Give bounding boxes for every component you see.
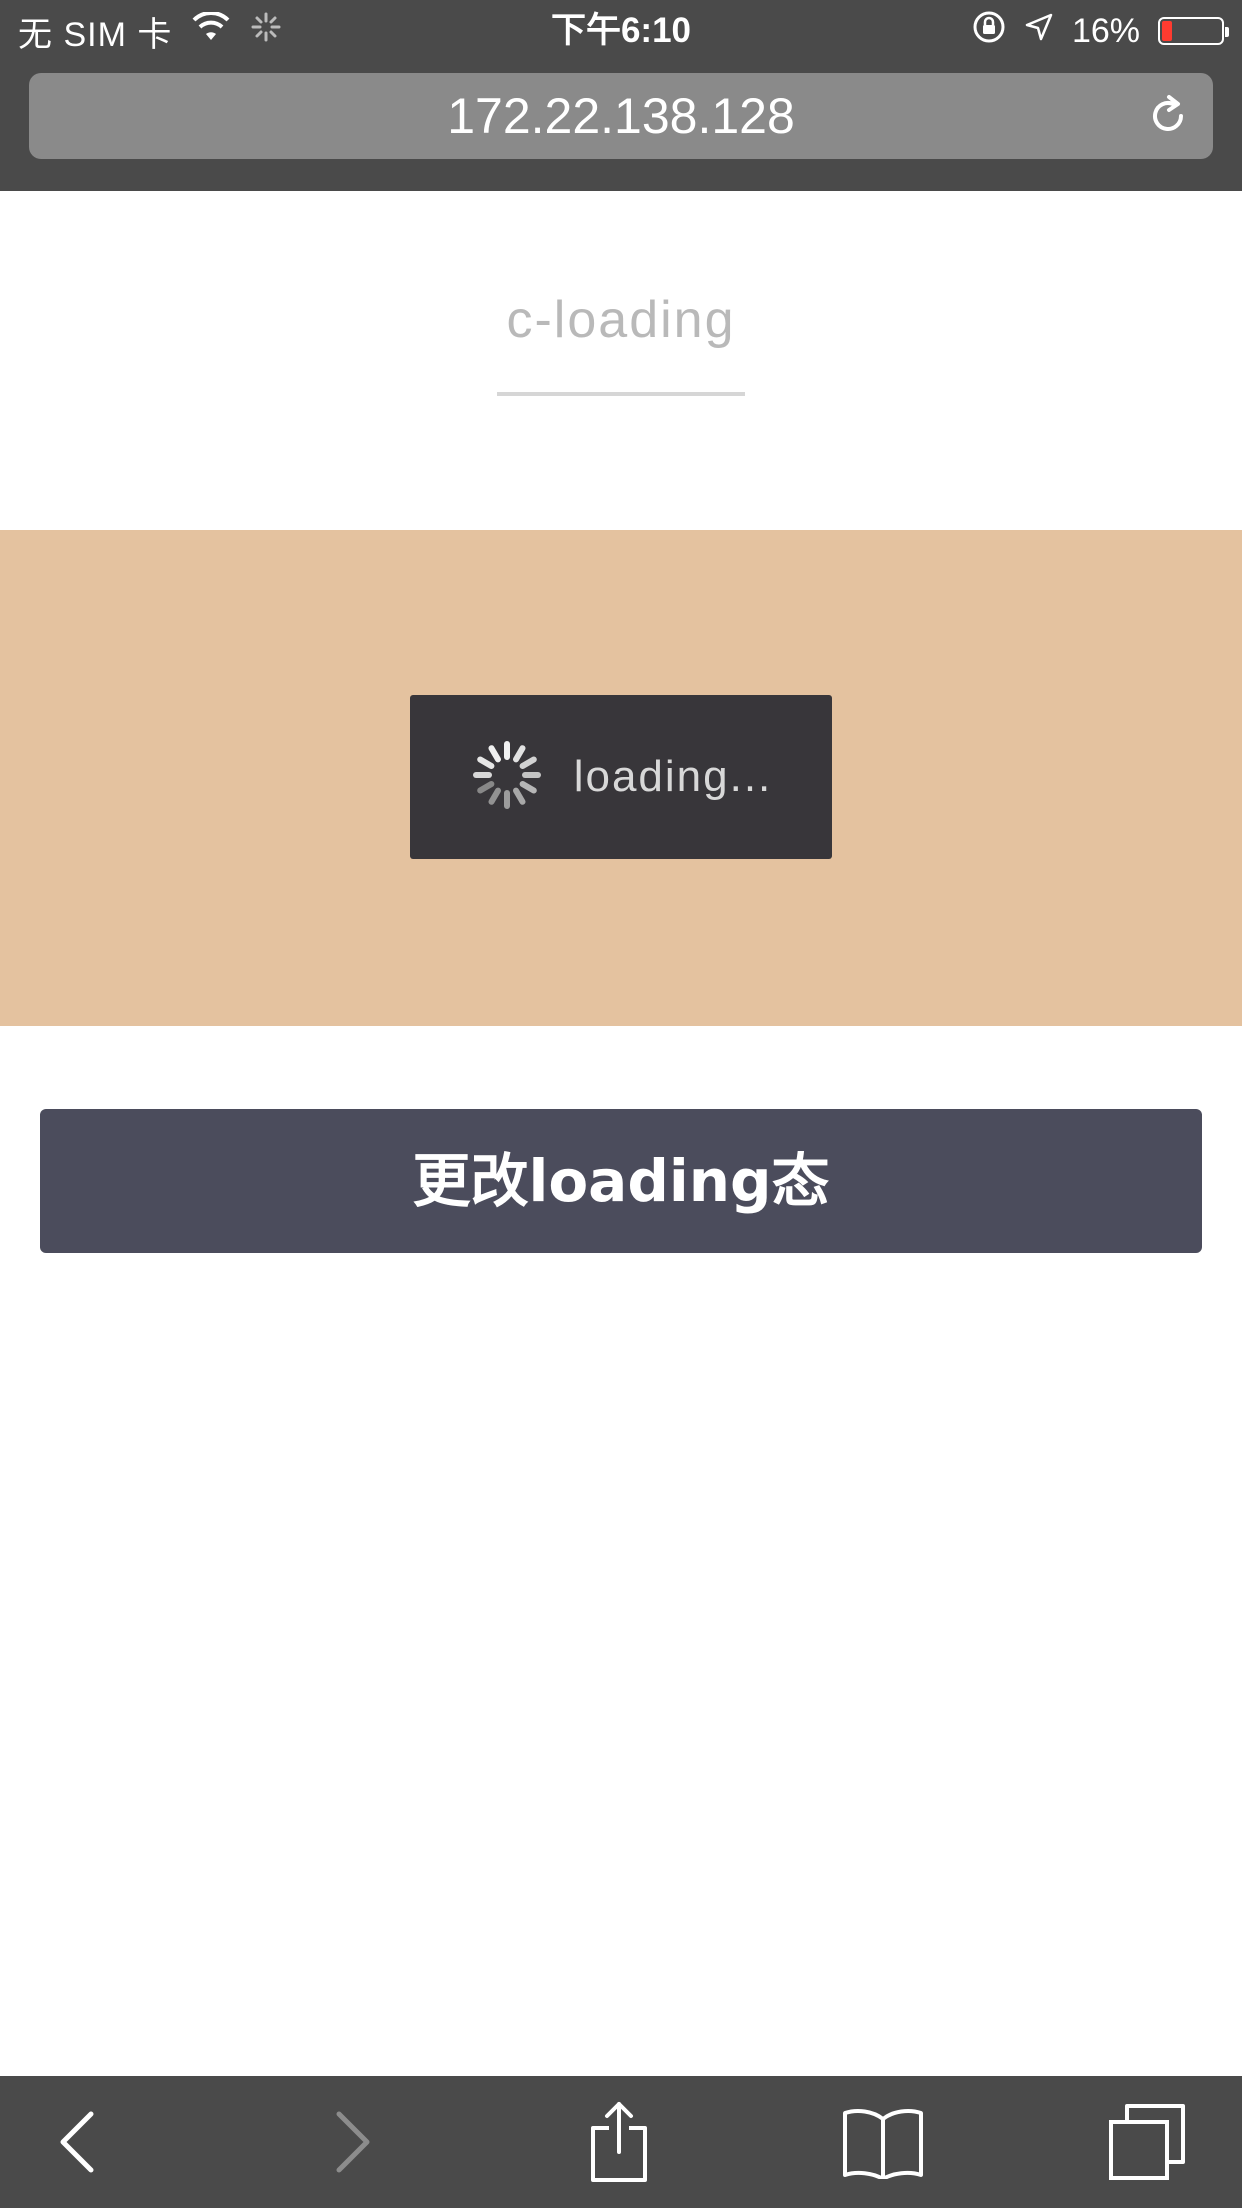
page-title: c-loading: [506, 291, 736, 349]
battery-level-fill: [1162, 21, 1172, 41]
spinner-icon: [470, 738, 544, 817]
loading-text: loading...: [573, 752, 773, 801]
url-text[interactable]: 172.22.138.128: [29, 73, 1213, 159]
tabs-button[interactable]: [1102, 2102, 1192, 2182]
battery-icon: [1158, 17, 1229, 45]
tabs-icon: [1107, 2102, 1187, 2182]
orientation-lock-icon: [972, 10, 1006, 53]
bookmarks-icon: [841, 2105, 925, 2179]
back-icon: [57, 2110, 97, 2174]
bottom-toolbar: [0, 2076, 1242, 2208]
title-underline: [497, 392, 745, 396]
battery-percent: 16%: [1071, 11, 1140, 50]
location-arrow-icon: [1024, 12, 1054, 51]
reload-icon[interactable]: [1145, 93, 1191, 139]
status-bar: 无 SIM 卡 下午6:10 16%: [0, 0, 1242, 62]
bookmarks-button[interactable]: [838, 2102, 928, 2182]
address-bar[interactable]: 172.22.138.128: [29, 73, 1213, 159]
share-button[interactable]: [574, 2102, 664, 2182]
share-icon: [587, 2100, 651, 2184]
status-right: 16%: [972, 8, 1229, 54]
forward-icon: [333, 2110, 373, 2174]
loading-demo-area: loading...: [0, 530, 1242, 1026]
change-loading-state-button[interactable]: 更改loading态: [40, 1109, 1202, 1253]
forward-button[interactable]: [308, 2102, 398, 2182]
loading-toast: loading...: [410, 695, 832, 859]
browser-top-chrome: 无 SIM 卡 下午6:10 16% 172.22.138.128: [0, 0, 1242, 191]
back-button[interactable]: [32, 2102, 122, 2182]
